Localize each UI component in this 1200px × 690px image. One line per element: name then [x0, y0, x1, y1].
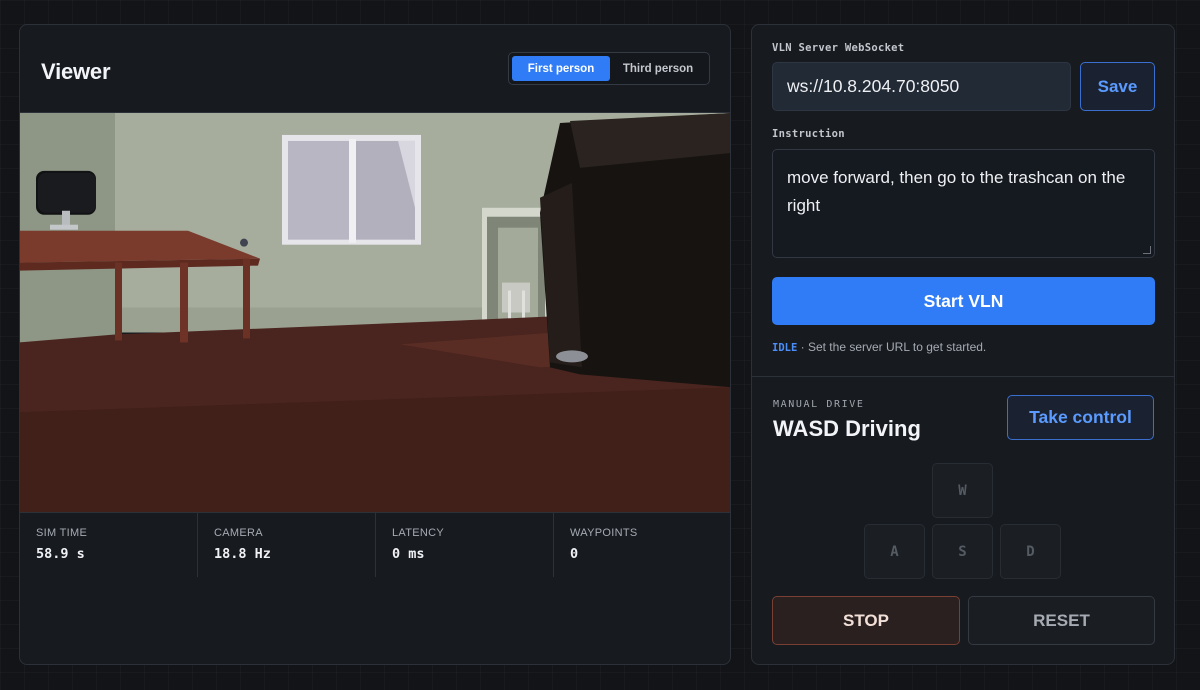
section-divider — [752, 376, 1174, 377]
stat-value: 18.8 Hz — [214, 546, 271, 562]
save-button[interactable]: Save — [1080, 62, 1155, 111]
camera-feed[interactable] — [20, 112, 731, 512]
key-w-button[interactable]: W — [932, 463, 993, 518]
manual-drive-title: WASD Driving — [773, 416, 921, 441]
stat-latency: LATENCY 0 ms — [376, 513, 554, 577]
stat-label: CAMERA — [214, 527, 263, 539]
stat-label: WAYPOINTS — [570, 527, 638, 539]
stat-camera: CAMERA 18.8 Hz — [198, 513, 376, 577]
stat-label: LATENCY — [392, 527, 445, 539]
instruction-text: move forward, then go to the trashcan on… — [787, 168, 1126, 215]
start-vln-button[interactable]: Start VLN — [772, 277, 1155, 325]
view-mode-toggle: First person Third person — [508, 52, 710, 85]
viewer-title: Viewer — [41, 59, 111, 84]
stat-value: 0 ms — [392, 546, 425, 562]
first-person-tab[interactable]: First person — [512, 56, 610, 81]
key-d-button[interactable]: D — [1000, 524, 1061, 579]
stat-waypoints: WAYPOINTS 0 — [554, 513, 730, 577]
stat-label: SIM TIME — [36, 527, 88, 539]
server-url-input[interactable]: ws://10.8.204.70:8050 — [772, 62, 1071, 111]
resize-handle-icon[interactable] — [1143, 246, 1151, 254]
status-badge: IDLE — [772, 342, 798, 354]
stop-button[interactable]: STOP — [772, 596, 960, 645]
instruction-label: Instruction — [772, 128, 845, 140]
stats-bar: SIM TIME 58.9 s CAMERA 18.8 Hz LATENCY 0… — [20, 512, 730, 577]
reset-button[interactable]: RESET — [968, 596, 1155, 645]
stat-value: 58.9 s — [36, 546, 85, 562]
third-person-tab[interactable]: Third person — [610, 56, 706, 81]
server-url-label: VLN Server WebSocket — [772, 42, 905, 54]
key-s-button[interactable]: S — [932, 524, 993, 579]
take-control-button[interactable]: Take control — [1007, 395, 1154, 440]
status-message: · Set the server URL to get started. — [797, 340, 987, 354]
instruction-textarea[interactable]: move forward, then go to the trashcan on… — [772, 149, 1155, 258]
stat-sim-time: SIM TIME 58.9 s — [20, 513, 198, 577]
stat-value: 0 — [570, 546, 579, 562]
key-a-button[interactable]: A — [864, 524, 925, 579]
viewer-panel: Viewer First person Third person SIM TIM… — [19, 24, 731, 665]
control-panel: VLN Server WebSocket ws://10.8.204.70:80… — [751, 24, 1175, 665]
manual-drive-kicker: MANUAL DRIVE — [773, 399, 865, 410]
status-line: IDLE · Set the server URL to get started… — [772, 340, 986, 354]
